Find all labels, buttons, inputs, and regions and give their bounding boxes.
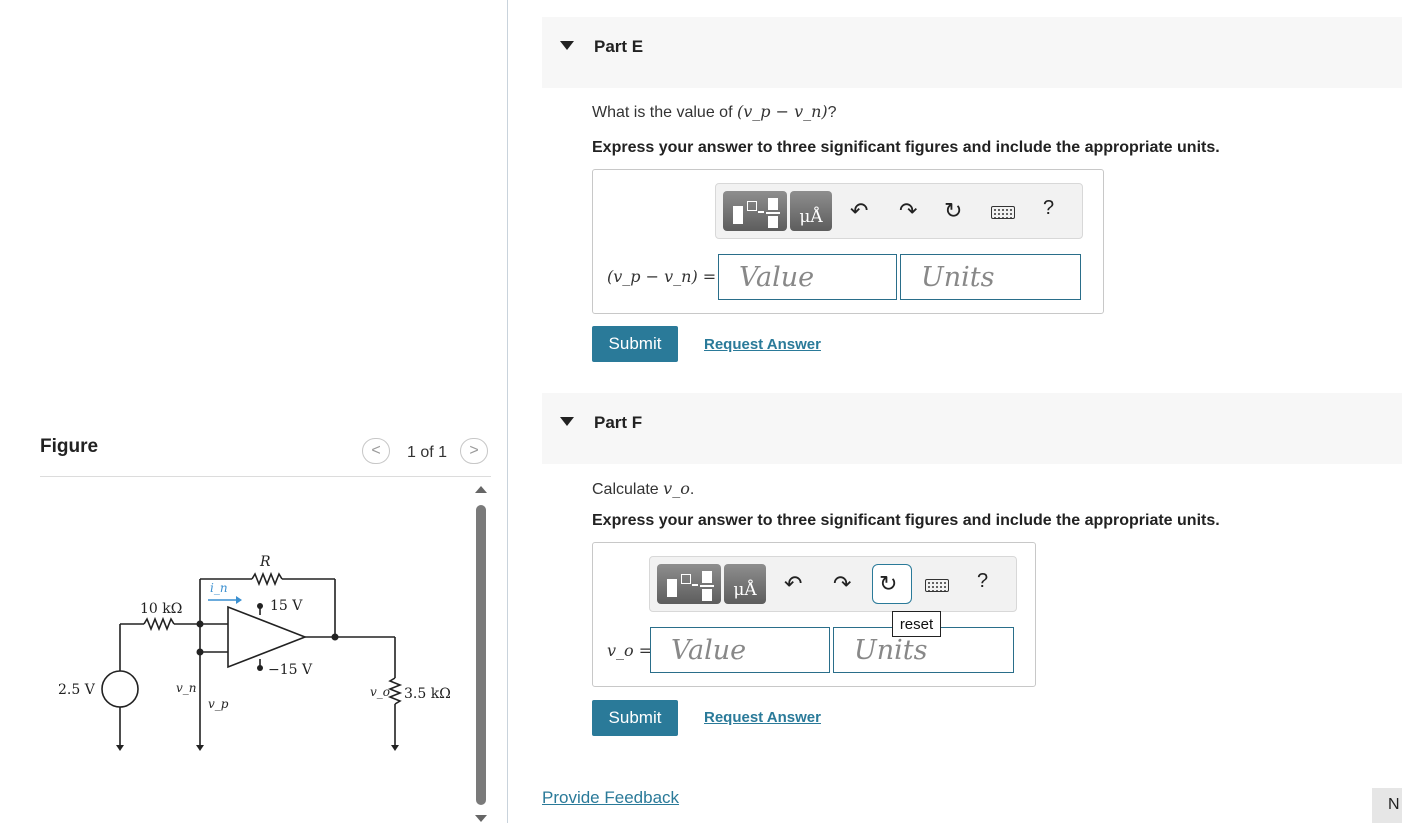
question-suffix: ?	[827, 104, 837, 121]
part-f-eq-label: v_o =	[607, 641, 653, 660]
reset-icon[interactable]: ↻	[879, 571, 897, 597]
part-e-question: What is the value of (v_p − v_n)?	[592, 102, 837, 122]
redo-icon[interactable]: ↷	[833, 571, 851, 597]
panel-divider	[507, 0, 508, 823]
current-in-label: i_n	[210, 581, 228, 595]
part-f-answer-box: μÅ ↶ ↷ ↻ ? v_o = Value Units	[592, 542, 1036, 687]
resistor-10k-label: 10 kΩ	[140, 601, 182, 617]
part-e-label: Part E	[594, 37, 644, 56]
templates-button[interactable]	[657, 564, 721, 604]
figure-scrollbar-thumb[interactable]	[476, 505, 486, 805]
redo-icon[interactable]: ↷	[899, 198, 917, 224]
math-toolbar: μÅ ↶ ↷ ↻ ?	[649, 556, 1017, 612]
templates-button[interactable]	[723, 191, 787, 231]
part-e-header[interactable]: Part E	[542, 17, 1402, 88]
resistor-r-label: R	[259, 554, 271, 570]
keyboard-icon[interactable]	[991, 206, 1015, 219]
part-e-units-field[interactable]: Units	[900, 254, 1081, 300]
math-toolbar: μÅ ↶ ↷ ↻ ?	[715, 183, 1083, 239]
question-prefix: Calculate	[592, 481, 664, 498]
opamp-circuit-diagram: R i_n 10 kΩ 15 V −15 V 2.5 V v_n v_p v_o…	[58, 554, 451, 751]
part-e-eq-label: (v_p − v_n) =	[607, 267, 717, 286]
figure-prev-button[interactable]: <	[362, 438, 390, 464]
vo-label: v_o	[370, 685, 390, 699]
caret-down-icon	[560, 41, 574, 50]
vn-label: v_n	[176, 681, 197, 695]
provide-feedback-link[interactable]: Provide Feedback	[542, 788, 679, 808]
part-f-submit-button[interactable]: Submit	[592, 700, 678, 736]
help-button[interactable]: ?	[1043, 197, 1054, 220]
part-f-label: Part F	[594, 413, 643, 432]
scroll-down-arrow[interactable]	[475, 815, 487, 822]
question-suffix: .	[689, 481, 695, 498]
reset-tooltip: reset	[892, 611, 941, 637]
question-math: v_o	[663, 479, 690, 498]
units-symbols-button[interactable]: μÅ	[724, 564, 766, 604]
scroll-up-arrow[interactable]	[475, 486, 487, 493]
question-prefix: What is the value of	[592, 104, 737, 121]
chevron-left-icon: <	[371, 442, 381, 459]
resistor-3-5k-label: 3.5 kΩ	[404, 686, 451, 702]
vp-label: v_p	[208, 697, 229, 711]
help-button[interactable]: ?	[977, 570, 988, 593]
undo-icon[interactable]: ↶	[850, 198, 868, 224]
part-e-answer-box: μÅ ↶ ↷ ↻ ? (v_p − v_n) = Value Units	[592, 169, 1104, 314]
part-f-request-answer-link[interactable]: Request Answer	[704, 709, 821, 726]
keyboard-icon[interactable]	[925, 579, 949, 592]
question-math: (v_p − v_n)	[736, 102, 828, 121]
part-f-header[interactable]: Part F	[542, 393, 1402, 464]
part-f-instruction: Express your answer to three significant…	[592, 512, 1220, 529]
part-e-instruction: Express your answer to three significant…	[592, 139, 1220, 156]
figure-title: Figure	[40, 436, 99, 457]
undo-icon[interactable]: ↶	[784, 571, 802, 597]
figure-next-button[interactable]: >	[460, 438, 488, 464]
part-e-value-field[interactable]: Value	[718, 254, 897, 300]
source-voltage-label: 2.5 V	[58, 682, 96, 698]
reset-icon[interactable]: ↻	[944, 198, 962, 224]
next-button[interactable]: N	[1372, 788, 1402, 823]
caret-down-icon	[560, 417, 574, 426]
supply-positive-label: 15 V	[270, 598, 303, 614]
figure-pager-text: 1 of 1	[407, 444, 448, 461]
part-f-value-field[interactable]: Value	[650, 627, 830, 673]
figure-divider	[40, 476, 491, 477]
supply-negative-label: −15 V	[268, 662, 313, 678]
units-symbols-button[interactable]: μÅ	[790, 191, 832, 231]
part-e-submit-button[interactable]: Submit	[592, 326, 678, 362]
chevron-right-icon: >	[469, 442, 479, 459]
part-e-request-answer-link[interactable]: Request Answer	[704, 336, 821, 353]
part-f-question: Calculate v_o.	[592, 479, 694, 499]
